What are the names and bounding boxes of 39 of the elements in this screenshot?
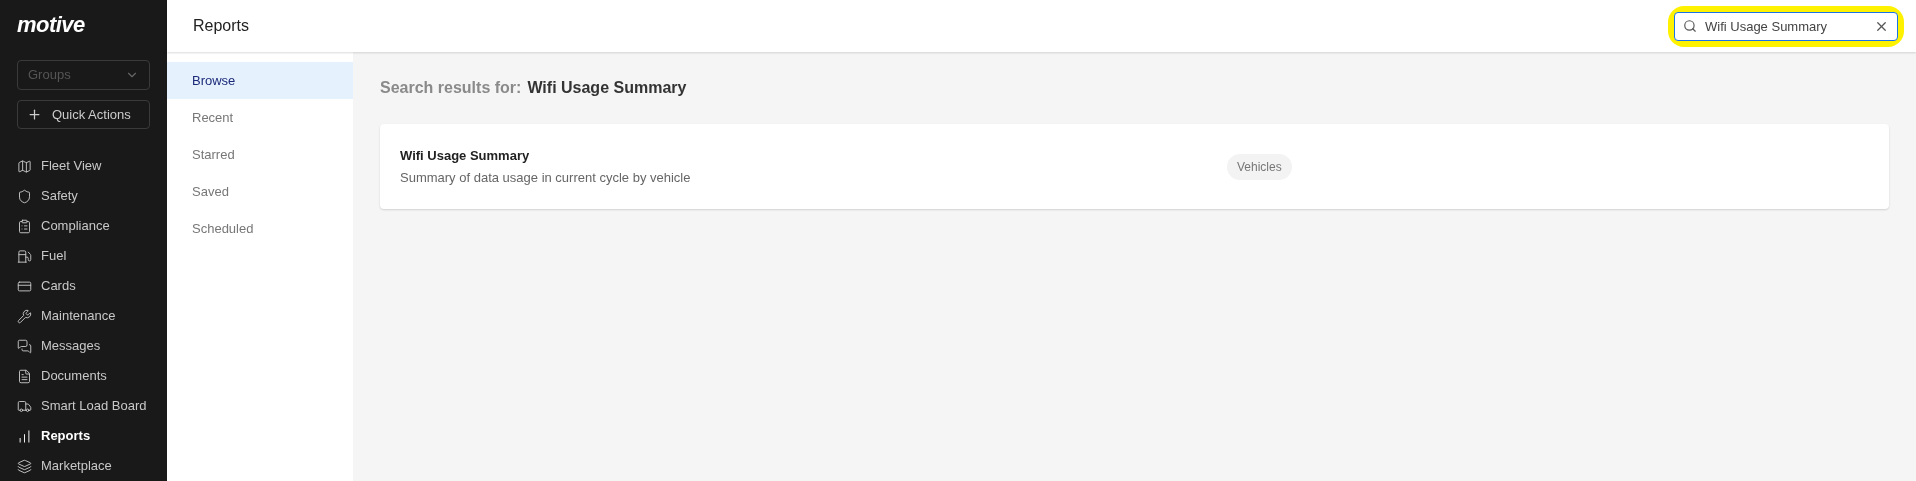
subnav-item[interactable]: Browse bbox=[167, 62, 353, 99]
shield-icon bbox=[17, 188, 32, 204]
sidebar-item[interactable]: Marketplace bbox=[17, 451, 150, 481]
subnav-item[interactable]: Starred bbox=[167, 136, 353, 173]
sidebar-item[interactable]: Compliance bbox=[17, 211, 150, 241]
sidebar-item[interactable]: Reports bbox=[17, 421, 150, 451]
messages-icon bbox=[17, 338, 32, 354]
sidebar-item[interactable]: Documents bbox=[17, 361, 150, 391]
sidebar-item[interactable]: Cards bbox=[17, 271, 150, 301]
sidebar-item[interactable]: Messages bbox=[17, 331, 150, 361]
document-icon bbox=[17, 368, 32, 384]
sidebar-item[interactable]: Fuel bbox=[17, 241, 150, 271]
results-prefix: Search results for: bbox=[380, 78, 522, 98]
logo[interactable]: motive bbox=[17, 14, 150, 36]
layers-icon bbox=[17, 458, 32, 474]
map-icon bbox=[17, 158, 32, 174]
sidebar-item[interactable]: Maintenance bbox=[17, 301, 150, 331]
report-title: Wifi Usage Summary bbox=[400, 147, 531, 165]
wrench-icon bbox=[17, 308, 32, 324]
results-query: Wifi Usage Summary bbox=[527, 78, 687, 98]
subnav-item[interactable]: Saved bbox=[167, 173, 353, 210]
report-description: Summary of data usage in current cycle by vehicle bbox=[400, 168, 692, 187]
truck-icon bbox=[17, 398, 32, 414]
subnav-item[interactable]: Recent bbox=[167, 99, 353, 136]
sidebar-item[interactable]: Smart Load Board bbox=[17, 391, 150, 421]
sidebar-item[interactable]: Safety bbox=[17, 181, 150, 211]
plus-icon bbox=[27, 106, 42, 122]
clipboard-icon bbox=[17, 218, 32, 234]
report-card[interactable]: Wifi Usage Summary Summary of data usage in current cycle by vehicle Vehicles bbox=[380, 124, 1889, 209]
category-tag: Vehicles bbox=[1227, 153, 1292, 180]
page-title: Reports bbox=[193, 16, 250, 36]
search-field[interactable]: Wifi Usage Summary bbox=[1674, 11, 1898, 41]
card-icon bbox=[17, 278, 32, 294]
search-icon bbox=[1683, 18, 1697, 33]
bar-chart-icon bbox=[17, 428, 32, 444]
quick-actions-button[interactable]: Quick Actions bbox=[17, 99, 150, 129]
fuel-pump-icon bbox=[17, 248, 32, 264]
sidebar-item[interactable]: Fleet View bbox=[17, 151, 150, 181]
subnav-item[interactable]: Scheduled bbox=[167, 210, 353, 247]
